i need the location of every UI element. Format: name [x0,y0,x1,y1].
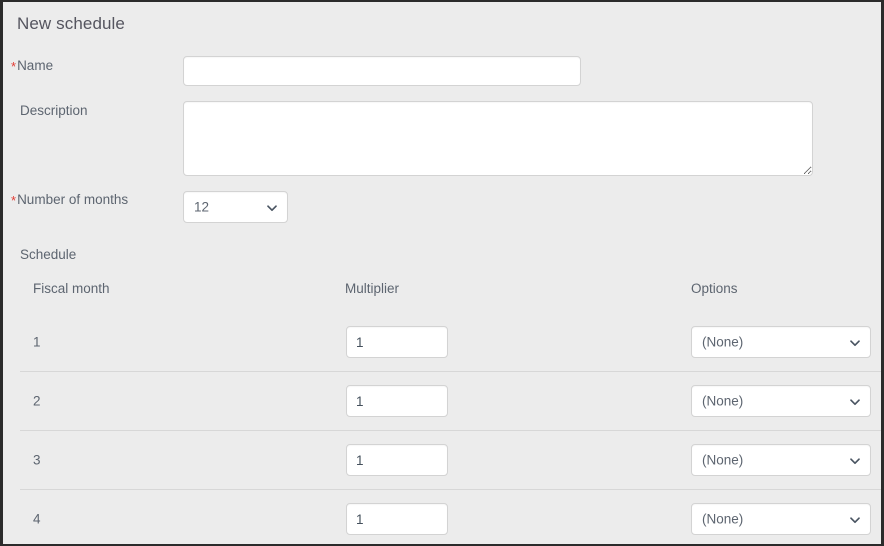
fiscal-month-value: 4 [33,511,41,527]
chevron-down-icon [849,514,860,524]
number-of-months-field-label: *Number of months [11,193,128,207]
schedule-table: 1 (None) 2 (None) [3,313,881,544]
options-select[interactable]: (None) [691,385,871,417]
fiscal-month-value: 3 [33,452,41,468]
table-row: 1 (None) [3,313,881,371]
number-of-months-selected-value: 12 [194,199,210,215]
column-header-options: Options [691,281,738,296]
chevron-down-icon [849,455,860,465]
description-field-label: Description [20,104,88,118]
chevron-down-icon [849,396,860,406]
description-textarea[interactable] [183,101,813,176]
options-selected-value: (None) [702,393,744,409]
column-header-fiscal-month: Fiscal month [33,281,110,296]
chevron-down-icon [849,337,860,347]
description-label-text: Description [20,103,88,118]
column-header-multiplier: Multiplier [345,281,400,296]
name-input[interactable] [183,56,581,86]
table-row: 3 (None) [3,430,881,489]
table-row: 4 (None) [3,489,881,544]
number-of-months-select[interactable]: 12 [183,191,288,223]
options-select[interactable]: (None) [691,444,871,476]
multiplier-input[interactable] [346,326,448,358]
fiscal-month-value: 1 [33,334,41,350]
page-title: New schedule [17,14,125,33]
options-selected-value: (None) [702,452,744,468]
multiplier-input[interactable] [346,385,448,417]
schedule-section-label: Schedule [20,247,77,262]
table-row: 2 (None) [3,371,881,430]
options-select[interactable]: (None) [691,326,871,358]
name-label-text: Name [17,58,54,73]
chevron-down-icon [266,202,277,212]
schedule-form-window: New schedule *Name Description *Number o… [0,0,884,546]
multiplier-input[interactable] [346,503,448,535]
required-marker-name: * [11,59,17,74]
options-selected-value: (None) [702,511,744,527]
fiscal-month-value: 2 [33,393,41,409]
multiplier-input[interactable] [346,444,448,476]
number-of-months-label-text: Number of months [17,192,129,207]
options-select[interactable]: (None) [691,503,871,535]
name-field-label: *Name [11,59,53,73]
new-schedule-form: New schedule *Name Description *Number o… [3,2,881,544]
required-marker-months: * [11,193,17,208]
options-selected-value: (None) [702,334,744,350]
